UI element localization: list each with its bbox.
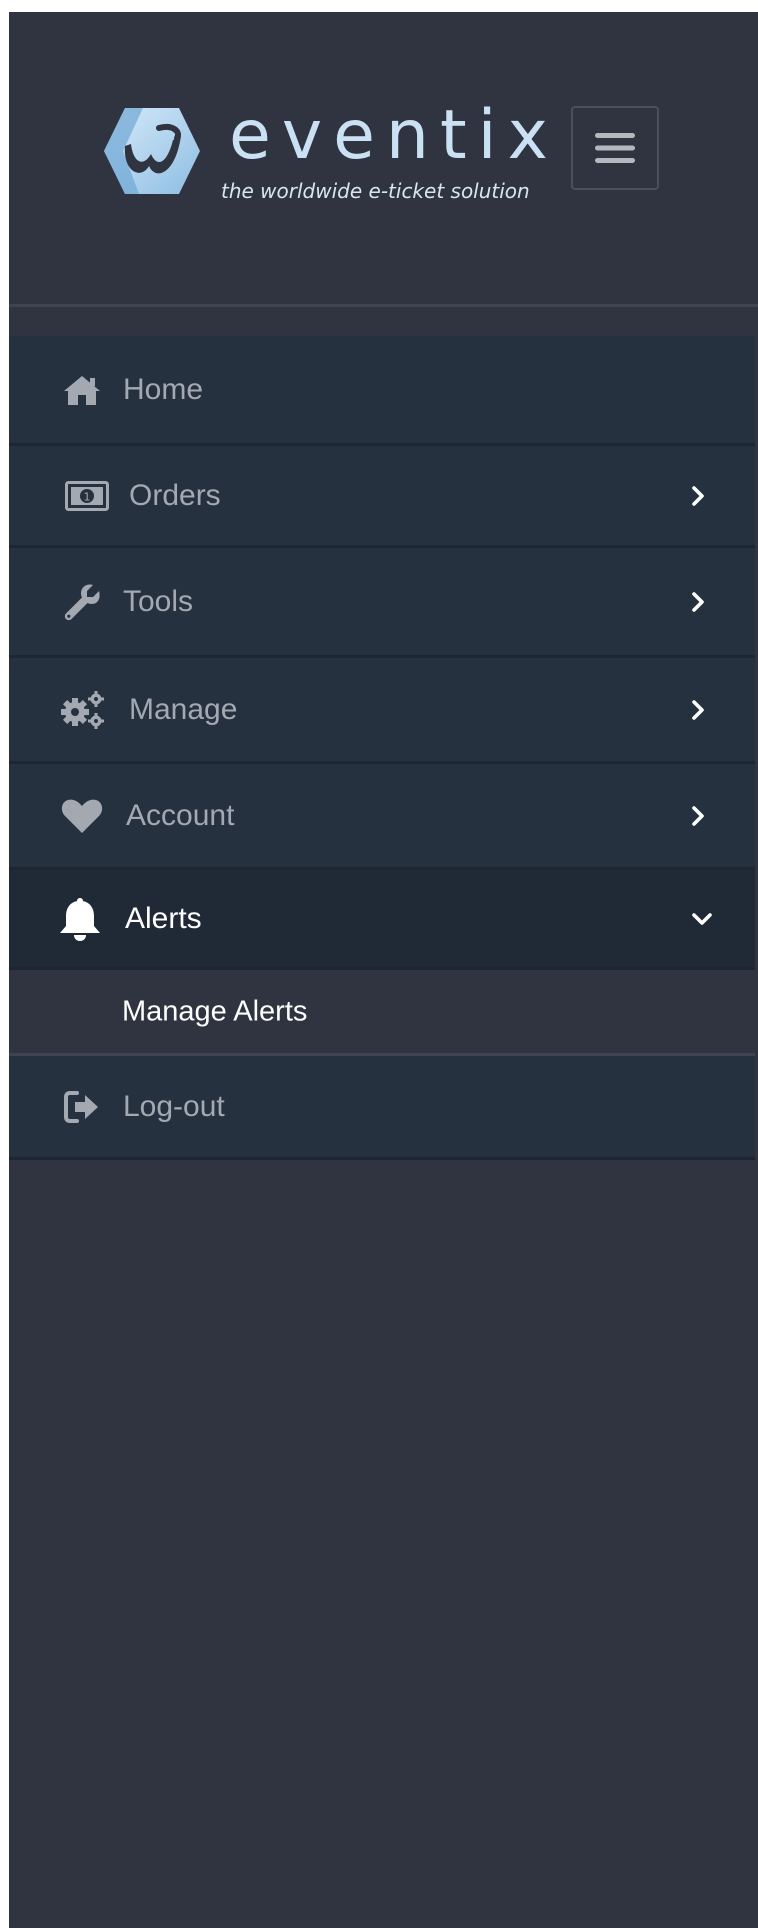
sign-out-icon <box>59 1084 105 1130</box>
nav-label-logout: Log-out <box>123 1089 225 1123</box>
menu-toggle-button[interactable] <box>571 106 659 190</box>
nav-label-home: Home <box>123 372 204 406</box>
nav-label-tools: Tools <box>123 584 194 618</box>
chevron-right-icon <box>692 591 704 612</box>
chevron-right-icon <box>692 699 704 720</box>
nav-item-home[interactable]: Home <box>9 336 755 446</box>
hamburger-menu-icon <box>595 133 635 163</box>
chevron-down-icon <box>692 912 712 925</box>
header-divider <box>9 304 758 307</box>
brand-logo[interactable]: eventix the worldwide e-ticket solution <box>103 102 548 216</box>
nav-item-tools[interactable]: Tools <box>9 548 755 658</box>
nav-item-manage[interactable]: Manage <box>9 658 755 764</box>
gears-icon <box>59 687 105 733</box>
sidebar-header: eventix the worldwide e-ticket solution <box>9 12 758 304</box>
brand-name: eventix <box>229 96 559 175</box>
bell-icon <box>57 896 103 942</box>
nav-label-manage: Manage <box>129 692 238 726</box>
svg-text:1: 1 <box>84 490 91 503</box>
nav-item-logout[interactable]: Log-out <box>9 1056 755 1160</box>
home-icon <box>59 367 105 413</box>
nav-label-account: Account <box>126 798 235 832</box>
nav-label-orders: Orders <box>129 478 221 512</box>
wrench-icon <box>59 579 105 625</box>
alerts-submenu: Manage Alerts <box>9 970 755 1056</box>
chevron-right-icon <box>692 485 704 506</box>
nav-item-orders[interactable]: 1 Orders <box>9 446 755 548</box>
heart-icon <box>59 793 105 839</box>
money-bill-icon: 1 <box>64 473 110 519</box>
eventix-logo-icon <box>104 108 200 194</box>
sidebar-nav: Home 1 Orders Tools Manage Account Alert… <box>9 336 755 1160</box>
submenu-item-manage-alerts[interactable]: Manage Alerts <box>122 997 307 1026</box>
nav-item-account[interactable]: Account <box>9 764 755 870</box>
nav-item-alerts[interactable]: Alerts <box>9 870 755 970</box>
sidebar: eventix the worldwide e-ticket solution … <box>9 12 758 1928</box>
brand-tagline: the worldwide e-ticket solution <box>221 179 530 203</box>
nav-label-alerts: Alerts <box>125 901 202 935</box>
chevron-right-icon <box>692 805 704 826</box>
